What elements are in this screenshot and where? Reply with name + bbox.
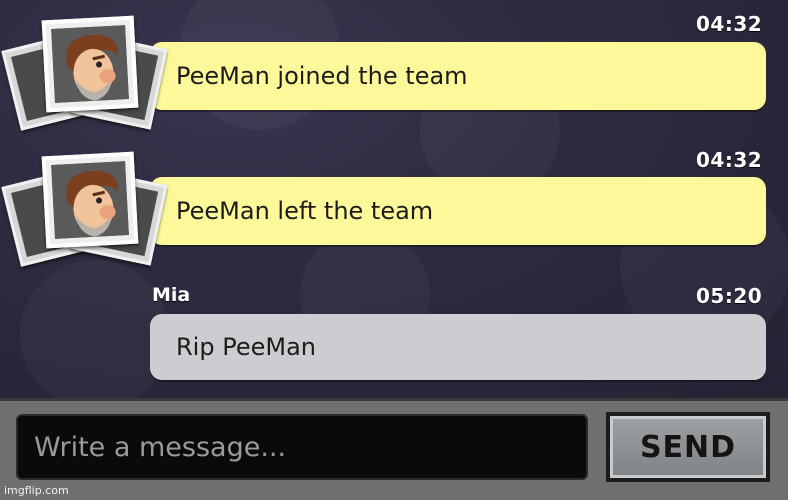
message-sender: Mia: [152, 284, 191, 306]
message-timestamp: 04:32: [696, 148, 763, 172]
message-timestamp: 05:20: [696, 284, 763, 308]
send-button[interactable]: SEND: [606, 412, 770, 482]
message-bubble: PeeMan left the team: [150, 177, 766, 245]
character-face-icon: [51, 25, 129, 103]
watermark: imgflip.com: [4, 484, 69, 497]
message-timestamp: 04:32: [696, 12, 763, 36]
background-decoration: [20, 260, 170, 398]
message-bubble: Rip PeeMan: [150, 314, 766, 380]
character-face-icon: [51, 161, 129, 239]
send-button-label: SEND: [610, 416, 766, 478]
chat-area[interactable]: 04:32 PeeMan joined the team 04:32 PeeMa…: [0, 0, 788, 398]
player-avatar-icon[interactable]: [1, 15, 168, 131]
player-avatar-icon[interactable]: [1, 151, 168, 267]
message-bubble: PeeMan joined the team: [150, 42, 766, 110]
message-input[interactable]: Write a message...: [16, 414, 588, 480]
